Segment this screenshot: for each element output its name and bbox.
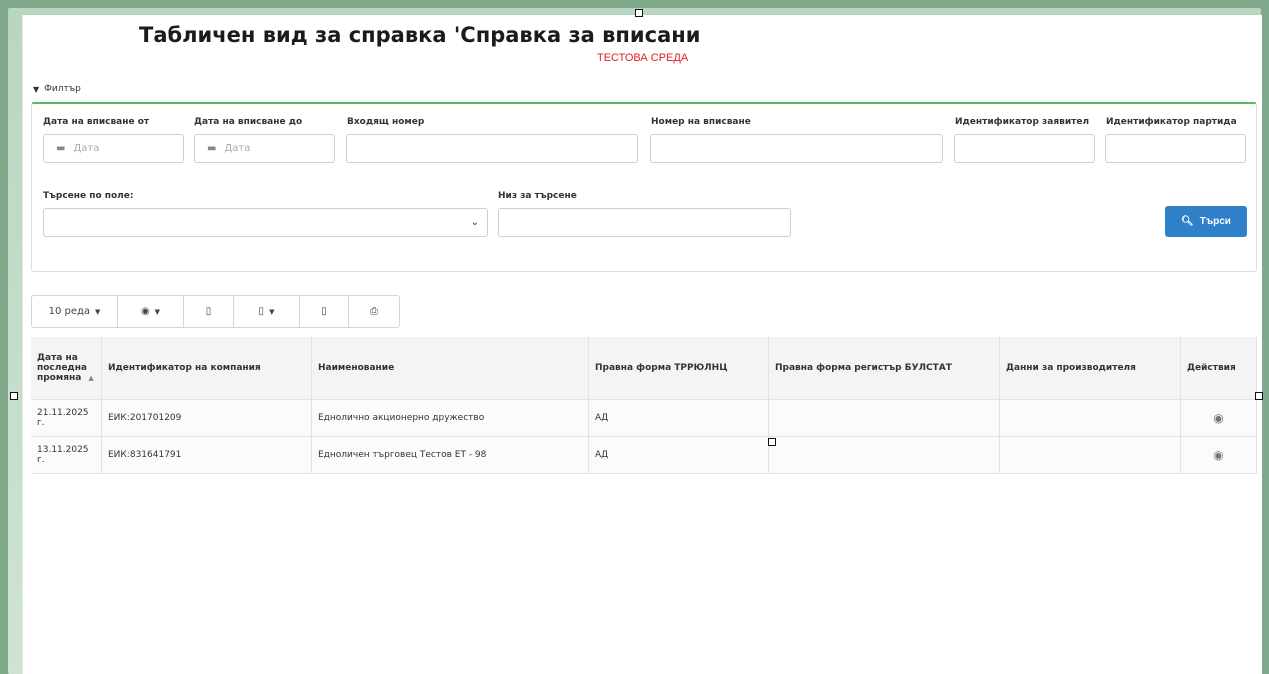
excel-icon: ▯	[205, 306, 212, 317]
cell-producer-data	[999, 399, 1181, 437]
cell-producer-data	[999, 436, 1181, 474]
eye-icon: ◉	[140, 306, 150, 317]
export-pdf-button[interactable]: ▯ ▼	[234, 296, 300, 327]
environment-label: ТЕСТОВА СРЕДА	[597, 52, 689, 64]
file-icon: ▯	[321, 306, 327, 317]
chevron-down-icon: ⌄	[470, 217, 479, 228]
results-table: Дата на последна промяна ▲ Идентификатор…	[31, 337, 1257, 474]
print-icon: ⎙	[370, 306, 378, 317]
column-header-legal-form-bulstat[interactable]: Правна форма регистър БУЛСТАТ	[768, 337, 1000, 400]
eye-icon[interactable]: ◉	[1187, 448, 1250, 462]
calendar-icon: ▬	[56, 143, 66, 154]
cell-legal-form-bulstat	[768, 436, 1000, 474]
table-header-row: Дата на последна промяна ▲ Идентификатор…	[31, 337, 1257, 400]
cell-legal-form-bulstat	[768, 399, 1000, 437]
resize-handle[interactable]	[10, 392, 18, 400]
column-header-name[interactable]: Наименование	[311, 337, 589, 400]
caret-down-icon: ▼	[95, 307, 101, 316]
page-title: Табличен вид за справка 'Справка за впис…	[139, 23, 701, 47]
cell-company-id: ЕИК:831641791	[101, 436, 312, 474]
search-string-label: Низ за търсене	[498, 191, 577, 201]
cell-company-id: ЕИК:201701209	[101, 399, 312, 437]
cell-actions: ◉	[1180, 436, 1257, 474]
rows-per-page-button[interactable]: 10 реда ▼	[32, 296, 118, 327]
pdf-icon: ▯	[258, 306, 265, 317]
resize-handle[interactable]	[768, 438, 776, 446]
rows-per-page-label: 10 реда	[48, 306, 91, 317]
resize-handle[interactable]	[635, 9, 643, 17]
cell-last-changed: 21.11.2025 г.	[31, 399, 102, 437]
column-header-legal-form-trr[interactable]: Правна форма ТРРЮЛНЦ	[588, 337, 769, 400]
print-button[interactable]: ⎙	[349, 296, 399, 327]
eye-icon[interactable]: ◉	[1187, 411, 1250, 425]
column-header-actions: Действия	[1180, 337, 1257, 400]
filter-toggle-label: Филтър	[44, 84, 81, 94]
search-field-select[interactable]: ⌄	[43, 208, 488, 237]
incoming-number-input[interactable]	[346, 134, 638, 163]
table-toolbar: 10 реда ▼ ◉ ▼ ▯ ▯ ▼ ▯ ⎙	[31, 295, 400, 328]
caret-down-icon: ▼	[33, 84, 40, 94]
cell-legal-form-trr: АД	[588, 436, 769, 474]
date-to-input[interactable]: ▬ Дата	[194, 134, 335, 163]
incoming-number-label: Входящ номер	[347, 117, 425, 127]
registration-number-input[interactable]	[650, 134, 943, 163]
search-button[interactable]: 🔍︎ Търси	[1165, 206, 1247, 237]
table-row: 13.11.2025 г. ЕИК:831641791 Едноличен тъ…	[31, 436, 1257, 474]
column-visibility-button[interactable]: ◉ ▼	[118, 296, 184, 327]
search-button-label: Търси	[1199, 216, 1231, 227]
date-to-placeholder: Дата	[224, 143, 251, 154]
cell-actions: ◉	[1180, 399, 1257, 437]
export-excel-button[interactable]: ▯	[184, 296, 234, 327]
batch-id-input[interactable]	[1105, 134, 1246, 163]
resize-handle[interactable]	[1255, 392, 1263, 400]
cell-name: Еднолично акционерно дружество	[311, 399, 589, 437]
table-row: 21.11.2025 г. ЕИК:201701209 Еднолично ак…	[31, 399, 1257, 437]
applicant-id-label: Идентификатор заявител	[955, 117, 1090, 127]
cell-legal-form-trr: АД	[588, 399, 769, 437]
date-from-input[interactable]: ▬ Дата	[43, 134, 184, 163]
column-header-last-changed[interactable]: Дата на последна промяна ▲	[31, 337, 102, 400]
export-file-button[interactable]: ▯	[300, 296, 349, 327]
filter-panel: Дата на вписване от Дата на вписване до …	[31, 102, 1257, 272]
caret-down-icon: ▼	[154, 307, 161, 316]
search-string-input[interactable]	[498, 208, 791, 237]
cell-name: Едноличен търговец Тестов ЕТ - 98	[311, 436, 589, 474]
sort-ascending-icon: ▲	[88, 374, 94, 382]
search-icon: 🔍︎	[1181, 216, 1194, 227]
cell-last-changed: 13.11.2025 г.	[31, 436, 102, 474]
column-header-company-id[interactable]: Идентификатор на компания	[101, 337, 312, 400]
filter-toggle[interactable]: ▼ Филтър	[33, 84, 81, 94]
date-to-label: Дата на вписване до	[194, 117, 303, 127]
date-from-placeholder: Дата	[73, 143, 100, 154]
applicant-id-input[interactable]	[954, 134, 1095, 163]
date-from-label: Дата на вписване от	[43, 117, 150, 127]
registration-number-label: Номер на вписване	[651, 117, 751, 127]
calendar-icon: ▬	[207, 143, 217, 154]
batch-id-label: Идентификатор партида	[1106, 117, 1237, 127]
search-by-field-label: Търсене по поле:	[43, 191, 134, 201]
column-header-producer-data[interactable]: Данни за производителя	[999, 337, 1181, 400]
report-page: Табличен вид за справка 'Справка за впис…	[22, 15, 1262, 674]
caret-down-icon: ▼	[269, 307, 275, 316]
